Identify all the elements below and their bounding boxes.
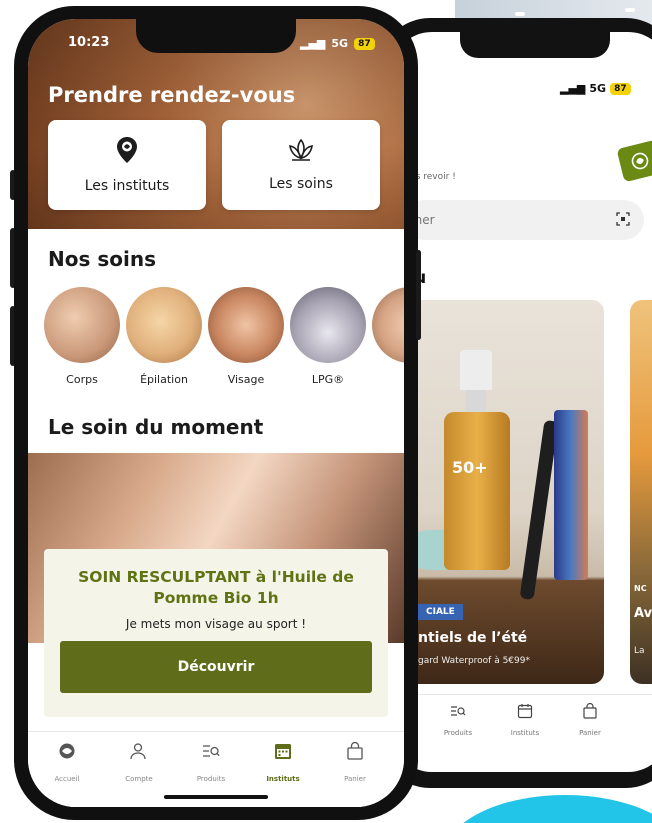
nav-panier[interactable]: Panier [320,741,390,783]
decouvrir-button[interactable]: Découvrir [60,641,372,693]
marketing-mockup: ▂▄▆ 5G 87 I us revoir ! tu 50+ [0,0,652,823]
nav-label: Accueil [54,775,80,783]
nos-soins-title: Nos soins [48,247,156,271]
soin-item-epilation[interactable]: Épilation [126,287,202,386]
actu-card-2-tag: NC [634,584,647,593]
back-phone-notch [460,32,610,58]
back-bottom-nav: mpte Produits Instituts [390,694,652,756]
search-input[interactable] [408,213,558,227]
back-phone-screen: ▂▄▆ 5G 87 I us revoir ! tu 50+ [390,32,652,772]
front-phone-notch [136,19,296,53]
back-status-bar: ▂▄▆ 5G 87 [560,82,631,95]
nav-instituts[interactable]: Instituts [248,742,318,783]
scan-icon[interactable] [616,211,630,230]
battery-icon: 87 [610,82,631,95]
soin-label: Visage [227,373,265,386]
back-nav-label: Instituts [510,729,540,737]
sunscreen-bottle: 50+ [444,350,510,570]
hero-title: Prendre rendez-vous [48,83,296,107]
soin-du-moment-card-subtitle: Je mets mon visage au sport ! [125,617,307,631]
search-bar[interactable] [404,200,644,240]
network-label: 5G [331,37,349,50]
actu-card-2-subtitle: La [634,646,645,656]
front-phone-screen: 10:23 ▂▄▆ 5G 87 Prendre rendez-vous Les … [28,19,404,807]
back-nav-panier[interactable]: Panier [560,702,620,737]
actu-title: ntiels de l’été [418,630,528,646]
actu-card-2[interactable]: NC Av ré La [630,300,652,684]
back-nav-label: Panier [579,729,601,737]
actu-card-2-title: Av ré [634,606,652,621]
lotus-icon [286,138,316,166]
status-time: 10:23 [68,35,110,50]
soin-thumbnail [44,287,120,363]
actu-tag: CIALE [418,604,463,620]
mascara-tube [554,410,588,580]
soins-button[interactable]: Les soins [222,120,380,210]
location-pin-icon [116,136,138,168]
back-nav-label: Produits [443,729,473,737]
soin-du-moment-card-title: SOIN RESCULPTANT à l'Huile de Pomme Bio … [78,568,354,607]
soin-item-lpg[interactable]: LPG® [290,287,366,386]
nav-label: Compte [125,775,153,783]
nav-produits[interactable]: Produits [176,742,246,783]
user-icon [104,742,174,765]
soin-label: Corps [66,373,98,386]
soins-button-label: Les soins [269,176,333,192]
bag-icon [560,702,620,723]
brand-logo-icon [616,139,652,183]
back-nav-produits[interactable]: Produits [428,703,488,737]
soin-item-visage[interactable]: Visage [208,287,284,386]
soin-label: Épilation [140,373,188,386]
nav-label: Panier [344,775,366,783]
instituts-button-label: Les instituts [84,178,170,194]
soin-thumbnail [126,287,202,363]
soin-thumbnail [208,287,284,363]
soin-item-corps[interactable]: Corps [44,287,120,386]
nav-label: Instituts [266,775,300,783]
spf-label: 50+ [452,458,488,477]
globe-icon [32,742,102,765]
home-indicator[interactable] [164,795,268,799]
front-phone: 10:23 ▂▄▆ 5G 87 Prendre rendez-vous Les … [14,6,418,820]
signal-icon: ▂▄▆ [560,82,586,95]
soin-du-moment-title: Le soin du moment [48,415,264,439]
product-search-icon [428,703,488,723]
instituts-button[interactable]: Les instituts [48,120,206,210]
actu-card[interactable]: 50+ CIALE ntiels de l’été gard Waterproo… [404,300,604,684]
soin-thumbnail [290,287,366,363]
background-cyan-shape [445,795,652,823]
nav-label: Produits [196,775,226,783]
front-status-bar: ▂▄▆ 5G 87 [300,37,375,50]
back-phone: ▂▄▆ 5G 87 I us revoir ! tu 50+ [378,18,652,788]
bag-icon [320,741,390,765]
nav-compte[interactable]: Compte [104,742,174,783]
soin-thumbnail [372,287,404,363]
calendar-icon [248,742,318,765]
soin-label: Fo [372,373,405,386]
signal-icon: ▂▄▆ [300,37,326,50]
nav-accueil[interactable]: Accueil [32,742,102,783]
back-nav-instituts[interactable]: Instituts [495,703,555,737]
soin-item-more[interactable]: Fo [372,287,404,386]
eye-pencil [519,419,559,601]
network-label: 5G [589,82,607,95]
calendar-icon [495,703,555,723]
soin-label: LPG® [311,373,345,386]
battery-icon: 87 [354,37,375,50]
actu-subtitle: gard Waterproof à 5€99* [418,656,530,666]
product-search-icon [176,742,246,765]
power-button [416,250,421,340]
